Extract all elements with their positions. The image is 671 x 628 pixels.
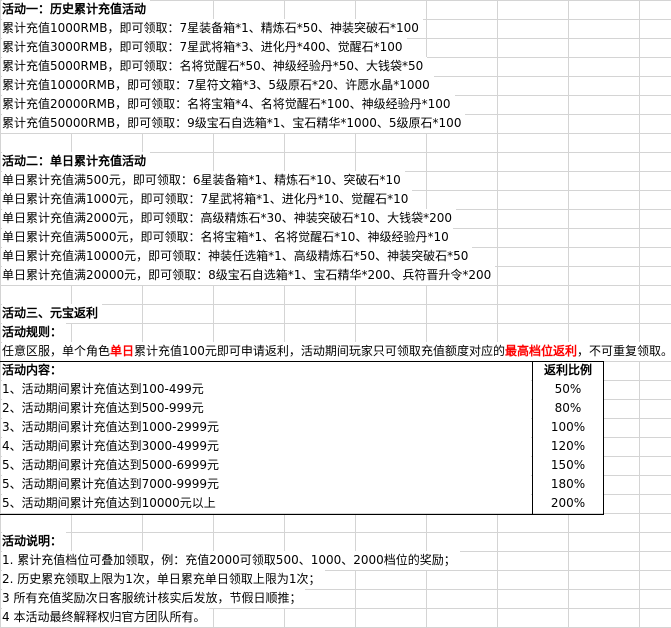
tier-row[interactable]: 5、活动期间累计充值达到5000-6999元 150% <box>0 456 671 475</box>
section2-line: 单日累计充值满500元，即可领取：6星装备箱*1、精炼石*10、突破石*10 <box>2 171 405 190</box>
tier-ratio: 150% <box>533 456 603 475</box>
rules-text-part2: 累计充值100元即可申请返利，活动期间玩家只可领取充值额度对应的 <box>134 344 505 358</box>
tier-row[interactable]: 4、活动期间累计充值达到3000-4999元 120% <box>0 437 671 456</box>
section2-row[interactable]: 单日累计充值满20000元，即可领取：8级宝石自选箱*1、宝石精华*200、兵符… <box>0 266 671 285</box>
tier-row[interactable]: 5、活动期间累计充值达到7000-9999元 180% <box>0 475 671 494</box>
notes-row[interactable]: 3 所有充值奖励次日客服统计核实后发放，节假日顺推； <box>0 589 671 608</box>
content-label: 活动内容： <box>2 361 531 380</box>
section1-title: 活动一：历史累计充值活动 <box>2 0 151 19</box>
tier-row[interactable]: 3、活动期间累计充值达到1000-2999元 100% <box>0 418 671 437</box>
tier-label: 4、活动期间累计充值达到3000-4999元 <box>2 437 531 456</box>
section1-row[interactable]: 累计充值5000RMB，即可领取：名将觉醒石*50、神级经验丹*50、大钱袋*5… <box>0 57 671 76</box>
section2-line: 单日累计充值满20000元，即可领取：8级宝石自选箱*1、宝石精华*200、兵符… <box>2 266 496 285</box>
notes-line: 3 所有充值奖励次日客服统计核实后发放，节假日顺推； <box>2 589 306 608</box>
section1-line: 累计充值10000RMB，即可领取：7星符文箱*3、5级原石*20、许愿水晶*1… <box>2 76 434 95</box>
section2-title-row[interactable]: 活动二：单日累计充值活动 <box>0 152 671 171</box>
notes-row[interactable]: 2. 历史累充领取上限为1次，单日累充单日领取上限为1次； <box>0 570 671 589</box>
tier-label: 3、活动期间累计充值达到1000-2999元 <box>2 418 531 437</box>
section1-line: 累计充值5000RMB，即可领取：名将觉醒石*50、神级经验丹*50、大钱袋*5… <box>2 57 428 76</box>
section2-line: 单日累计充值满1000元，即可领取：7星武将箱*1、进化丹*10、觉醒石*10 <box>2 190 413 209</box>
tier-label: 5、活动期间累计充值达到7000-9999元 <box>2 475 531 494</box>
tier-row[interactable]: 2、活动期间累计充值达到500-999元 80% <box>0 399 671 418</box>
notes-row[interactable]: 1. 累计充值档位可叠加领取，例：充值2000可领取500、1000、2000档… <box>0 551 671 570</box>
section1-row[interactable]: 累计充值3000RMB，即可领取：7星武将箱*3、进化丹*400、觉醒石*100 <box>0 38 671 57</box>
rules-highlight-single-day: 单日 <box>110 344 135 358</box>
rules-title: 活动规则： <box>2 323 67 342</box>
section1-line: 累计充值20000RMB，即可领取：名将宝箱*4、名将觉醒石*100、神级经验丹… <box>2 95 455 114</box>
table-border-divider <box>532 361 533 515</box>
section2-title: 活动二：单日累计充值活动 <box>2 152 151 171</box>
notes-line: 2. 历史累充领取上限为1次，单日累充单日领取上限为1次； <box>2 570 325 589</box>
empty-row[interactable] <box>0 285 671 304</box>
section1-title-row[interactable]: 活动一：历史累计充值活动 <box>0 0 671 19</box>
section1-line: 累计充值3000RMB，即可领取：7星武将箱*3、进化丹*400、觉醒石*100 <box>2 38 407 57</box>
rules-highlight-top-tier: 最高档位返利 <box>504 344 577 358</box>
section2-row[interactable]: 单日累计充值满500元，即可领取：6星装备箱*1、精炼石*10、突破石*10 <box>0 171 671 190</box>
notes-title: 活动说明： <box>2 532 67 551</box>
section3-title-row[interactable]: 活动三、元宝返利 <box>0 304 671 323</box>
section1-row[interactable]: 累计充值50000RMB，即可领取：9级宝石自选箱*1、宝石精华*1000、5级… <box>0 114 671 133</box>
tier-label: 2、活动期间累计充值达到500-999元 <box>2 399 531 418</box>
notes-row[interactable]: 4 本活动最终解释权归官方团队所有。 <box>0 608 671 627</box>
table-border-bottom <box>0 514 604 515</box>
section2-line: 单日累计充值满10000元，即可领取：神装任选箱*1、高级精炼石*50、神装突破… <box>2 247 473 266</box>
table-border-top <box>0 361 604 362</box>
empty-row[interactable] <box>0 133 671 152</box>
tier-ratio: 200% <box>533 494 603 513</box>
tier-ratio: 120% <box>533 437 603 456</box>
section1-row[interactable]: 累计充值1000RMB，即可领取：7星装备箱*1、精炼石*50、神装突破石*10… <box>0 19 671 38</box>
notes-line: 4 本活动最终解释权归官方团队所有。 <box>2 608 210 627</box>
empty-row[interactable] <box>0 513 671 532</box>
tier-label: 5、活动期间累计充值达到10000元以上 <box>2 494 531 513</box>
section1-line: 累计充值50000RMB，即可领取：9级宝石自选箱*1、宝石精华*1000、5级… <box>2 114 466 133</box>
section2-line: 单日累计充值满5000元，即可领取：名将宝箱*1、名将觉醒石*10、神级经验丹*… <box>2 228 453 247</box>
section2-row[interactable]: 单日累计充值满10000元，即可领取：神装任选箱*1、高级精炼石*50、神装突破… <box>0 247 671 266</box>
tier-row[interactable]: 5、活动期间累计充值达到10000元以上 200% <box>0 494 671 513</box>
table-border-right <box>603 361 604 515</box>
section1-row[interactable]: 累计充值10000RMB，即可领取：7星符文箱*3、5级原石*20、许愿水晶*1… <box>0 76 671 95</box>
rules-title-row[interactable]: 活动规则： <box>0 323 671 342</box>
ratio-header: 返利比例 <box>533 361 603 380</box>
rules-text-row[interactable]: 任意区服，单个角色单日累计充值100元即可申请返利，活动期间玩家只可领取充值额度… <box>0 342 671 361</box>
tiers-header-row[interactable]: 活动内容： 返利比例 <box>0 361 671 380</box>
section2-line: 单日累计充值满2000元，即可领取：高级精炼石*30、神装突破石*10、大钱袋*… <box>2 209 456 228</box>
spreadsheet: 活动一：历史累计充值活动 累计充值1000RMB，即可领取：7星装备箱*1、精炼… <box>0 0 671 628</box>
tier-label: 5、活动期间累计充值达到5000-6999元 <box>2 456 531 475</box>
sheet-rows: 活动一：历史累计充值活动 累计充值1000RMB，即可领取：7星装备箱*1、精炼… <box>0 0 671 627</box>
section2-row[interactable]: 单日累计充值满2000元，即可领取：高级精炼石*30、神装突破石*10、大钱袋*… <box>0 209 671 228</box>
tier-label: 1、活动期间累计充值达到100-499元 <box>2 380 531 399</box>
section2-row[interactable]: 单日累计充值满1000元，即可领取：7星武将箱*1、进化丹*10、觉醒石*10 <box>0 190 671 209</box>
tier-ratio: 100% <box>533 418 603 437</box>
section3-title: 活动三、元宝返利 <box>2 304 103 323</box>
tier-row[interactable]: 1、活动期间累计充值达到100-499元 50% <box>0 380 671 399</box>
notes-title-row[interactable]: 活动说明： <box>0 532 671 551</box>
rules-text-part1: 任意区服，单个角色 <box>2 344 111 358</box>
section2-row[interactable]: 单日累计充值满5000元，即可领取：名将宝箱*1、名将觉醒石*10、神级经验丹*… <box>0 228 671 247</box>
rules-text: 任意区服，单个角色单日累计充值100元即可申请返利，活动期间玩家只可领取充值额度… <box>2 342 671 361</box>
tier-ratio: 50% <box>533 380 603 399</box>
tier-ratio: 80% <box>533 399 603 418</box>
tier-ratio: 180% <box>533 475 603 494</box>
rules-text-part3: ，不可重复领取。 <box>576 344 671 358</box>
section1-row[interactable]: 累计充值20000RMB，即可领取：名将宝箱*4、名将觉醒石*100、神级经验丹… <box>0 95 671 114</box>
notes-line: 1. 累计充值档位可叠加领取，例：充值2000可领取500、1000、2000档… <box>2 551 460 570</box>
section1-line: 累计充值1000RMB，即可领取：7星装备箱*1、精炼石*50、神装突破石*10… <box>2 19 423 38</box>
